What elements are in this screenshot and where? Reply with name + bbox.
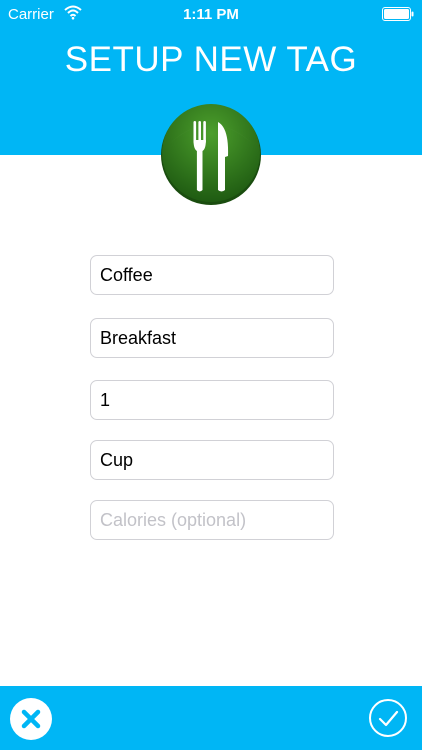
- battery-icon: [382, 7, 414, 21]
- tag-name-field[interactable]: [90, 255, 334, 295]
- calories-field[interactable]: [90, 500, 334, 540]
- quantity-field[interactable]: [90, 380, 334, 420]
- checkmark-icon: [368, 699, 408, 742]
- status-time: 1:11 PM: [183, 6, 239, 23]
- meal-field[interactable]: [90, 318, 334, 358]
- close-icon: [10, 709, 52, 744]
- page-title: SETUP NEW TAG: [64, 40, 358, 79]
- fork-knife-icon[interactable]: [158, 100, 264, 206]
- footer-toolbar: [0, 686, 422, 750]
- cancel-button[interactable]: [10, 698, 52, 740]
- unit-field[interactable]: [90, 440, 334, 480]
- status-bar: Carrier 1:11 PM: [0, 0, 422, 28]
- confirm-button[interactable]: [368, 698, 408, 738]
